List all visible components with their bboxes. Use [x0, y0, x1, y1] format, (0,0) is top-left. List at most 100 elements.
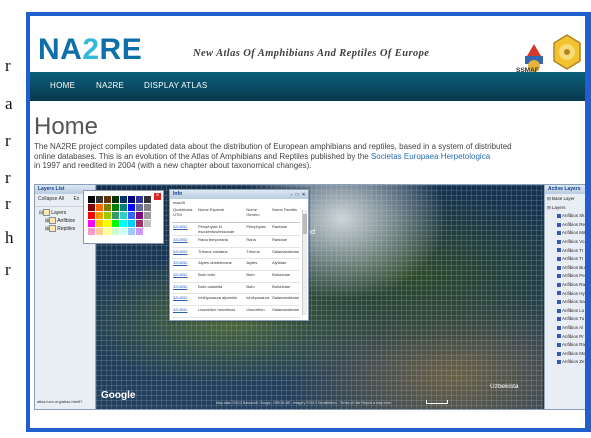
utm-cell-link[interactable]: 32L8/52	[172, 247, 198, 260]
utm-cell-link[interactable]: 32L8/52	[172, 282, 198, 295]
close-icon[interactable]: ×	[154, 193, 161, 200]
active-layer-item[interactable]: Anfibios Ma	[547, 229, 585, 238]
color-swatch[interactable]	[144, 228, 151, 235]
color-swatch[interactable]	[112, 220, 119, 227]
color-swatch[interactable]	[104, 204, 111, 211]
layer-label: Anfibios Re	[562, 221, 585, 227]
utm-cell-link[interactable]: 32L8/52	[172, 305, 198, 318]
active-layer-item[interactable]: Anfibios Sa	[547, 298, 585, 307]
tree-node-base-layer[interactable]: ⊟ Base Layer	[547, 195, 585, 204]
color-swatch[interactable]	[104, 196, 111, 203]
active-layer-item[interactable]: Anfibios Bu	[547, 264, 585, 273]
layer-label: Anfibios Pr	[562, 333, 584, 339]
color-swatch[interactable]	[136, 212, 143, 219]
column-header[interactable]: Nome Familia	[271, 206, 300, 223]
utm-cell-link[interactable]: 32L8/52	[172, 270, 198, 283]
color-swatch[interactable]	[144, 212, 151, 219]
table-cell: Ranidae	[271, 235, 300, 248]
table-cell: Salamandridae	[271, 293, 300, 307]
column-header[interactable]: Nome Especie	[197, 206, 246, 223]
color-swatch[interactable]	[96, 220, 103, 227]
active-layer-item[interactable]: Anfibios Sk	[547, 212, 585, 221]
active-layer-item[interactable]: Anfibios Tu	[547, 315, 585, 324]
color-swatch[interactable]	[96, 196, 103, 203]
color-swatch[interactable]	[112, 212, 119, 219]
layer-color-icon	[557, 360, 561, 365]
color-swatch[interactable]	[96, 228, 103, 235]
scrollbar-thumb[interactable]	[303, 214, 307, 234]
layer-label: Anfibios Ma	[562, 230, 585, 236]
utm-cell-link[interactable]: 32L8/52	[172, 317, 198, 320]
info-window-header[interactable]: Info - □ ×	[170, 190, 308, 199]
active-layer-item[interactable]: Anfibios Ra	[547, 281, 585, 290]
active-layer-item[interactable]: Anfibios Mo	[547, 350, 585, 359]
color-swatch[interactable]	[88, 228, 95, 235]
active-layer-item[interactable]: Anfibios Tr	[547, 255, 585, 264]
color-swatch[interactable]	[136, 196, 143, 203]
active-layer-item[interactable]: Anfibios Hy	[547, 290, 585, 299]
color-swatch[interactable]	[96, 212, 103, 219]
tree-node-layers[interactable]: ⊟ Layers	[547, 204, 585, 213]
color-swatch[interactable]	[96, 204, 103, 211]
window-controls[interactable]: - □ ×	[291, 191, 306, 200]
color-swatch[interactable]	[104, 228, 111, 235]
color-swatch[interactable]	[128, 228, 135, 235]
color-swatch[interactable]	[104, 220, 111, 227]
active-layer-item[interactable]: Anfibios Pr	[547, 333, 585, 342]
color-swatch[interactable]	[136, 220, 143, 227]
color-swatch[interactable]	[128, 204, 135, 211]
active-layer-item[interactable]: Anfibios Pe	[547, 272, 585, 281]
color-swatch[interactable]	[104, 212, 111, 219]
color-swatch[interactable]	[144, 204, 151, 211]
layer-label: Anfibios Ra	[562, 281, 585, 287]
active-layer-item[interactable]: Anfibios Ze	[547, 358, 585, 367]
color-swatch[interactable]	[128, 196, 135, 203]
color-swatch[interactable]	[88, 196, 95, 203]
utm-cell-link[interactable]: 32L8/52	[172, 258, 198, 272]
utm-cell-link[interactable]: 32L8/52	[172, 222, 198, 236]
seh-link[interactable]: Societas Europaea Herpetologica	[371, 152, 490, 161]
site-tagline: New Atlas Of Amphibians And Reptiles Of …	[193, 48, 430, 59]
color-swatch[interactable]	[120, 204, 127, 211]
na2re-logo[interactable]: NA2RE	[38, 33, 142, 67]
folder-icon	[49, 217, 57, 225]
main-navbar: HOME NA2RE DISPLAY ATLAS	[30, 72, 585, 101]
color-swatch[interactable]	[88, 204, 95, 211]
color-swatch[interactable]	[128, 220, 135, 227]
active-layer-item[interactable]: Anfibios Al	[547, 324, 585, 333]
color-swatch[interactable]	[88, 212, 95, 219]
active-layer-item[interactable]: Anfibios Re	[547, 221, 585, 230]
color-swatch[interactable]	[120, 212, 127, 219]
column-header[interactable]: Nome Genero	[245, 206, 272, 223]
color-swatch[interactable]	[128, 212, 135, 219]
color-swatch[interactable]	[120, 220, 127, 227]
nav-na2re[interactable]: NA2RE	[96, 81, 124, 90]
active-layer-item[interactable]: Anfibios Vo	[547, 238, 585, 247]
active-layer-item[interactable]: Anfibios Ra	[547, 341, 585, 350]
active-layer-item[interactable]: Anfibios Lo	[547, 307, 585, 316]
color-swatch[interactable]	[120, 196, 127, 203]
color-swatch[interactable]	[120, 228, 127, 235]
utm-cell-link[interactable]: 32L8/52	[172, 235, 198, 248]
collapse-all-button[interactable]: Collapse All	[38, 196, 64, 202]
color-swatch[interactable]	[144, 196, 151, 203]
column-header[interactable]: Quadricula UTM	[172, 206, 198, 223]
expand-all-button[interactable]: Ex	[74, 196, 80, 202]
utm-cell-link[interactable]: 32L8/52	[172, 293, 198, 307]
color-swatch[interactable]	[112, 196, 119, 203]
nav-home[interactable]: HOME	[50, 81, 75, 90]
map-attribution[interactable]: Map data ©2013 Basarsoft, Google, ORION-…	[216, 401, 391, 405]
logo-text-digit: 2	[82, 33, 100, 66]
active-layer-item[interactable]: Anfibios Tr	[547, 247, 585, 256]
nav-display-atlas[interactable]: DISPLAY ATLAS	[144, 81, 208, 90]
color-swatch[interactable]	[112, 204, 119, 211]
color-swatch[interactable]	[136, 204, 143, 211]
color-swatch[interactable]	[112, 228, 119, 235]
scrollbar[interactable]	[302, 210, 307, 315]
color-swatch[interactable]	[88, 220, 95, 227]
table-cell: Alytidae	[271, 258, 300, 272]
folder-icon	[49, 225, 57, 233]
background-side-text: r a r r r h r	[0, 0, 26, 438]
color-swatch[interactable]	[144, 220, 151, 227]
color-swatch[interactable]	[136, 228, 143, 235]
